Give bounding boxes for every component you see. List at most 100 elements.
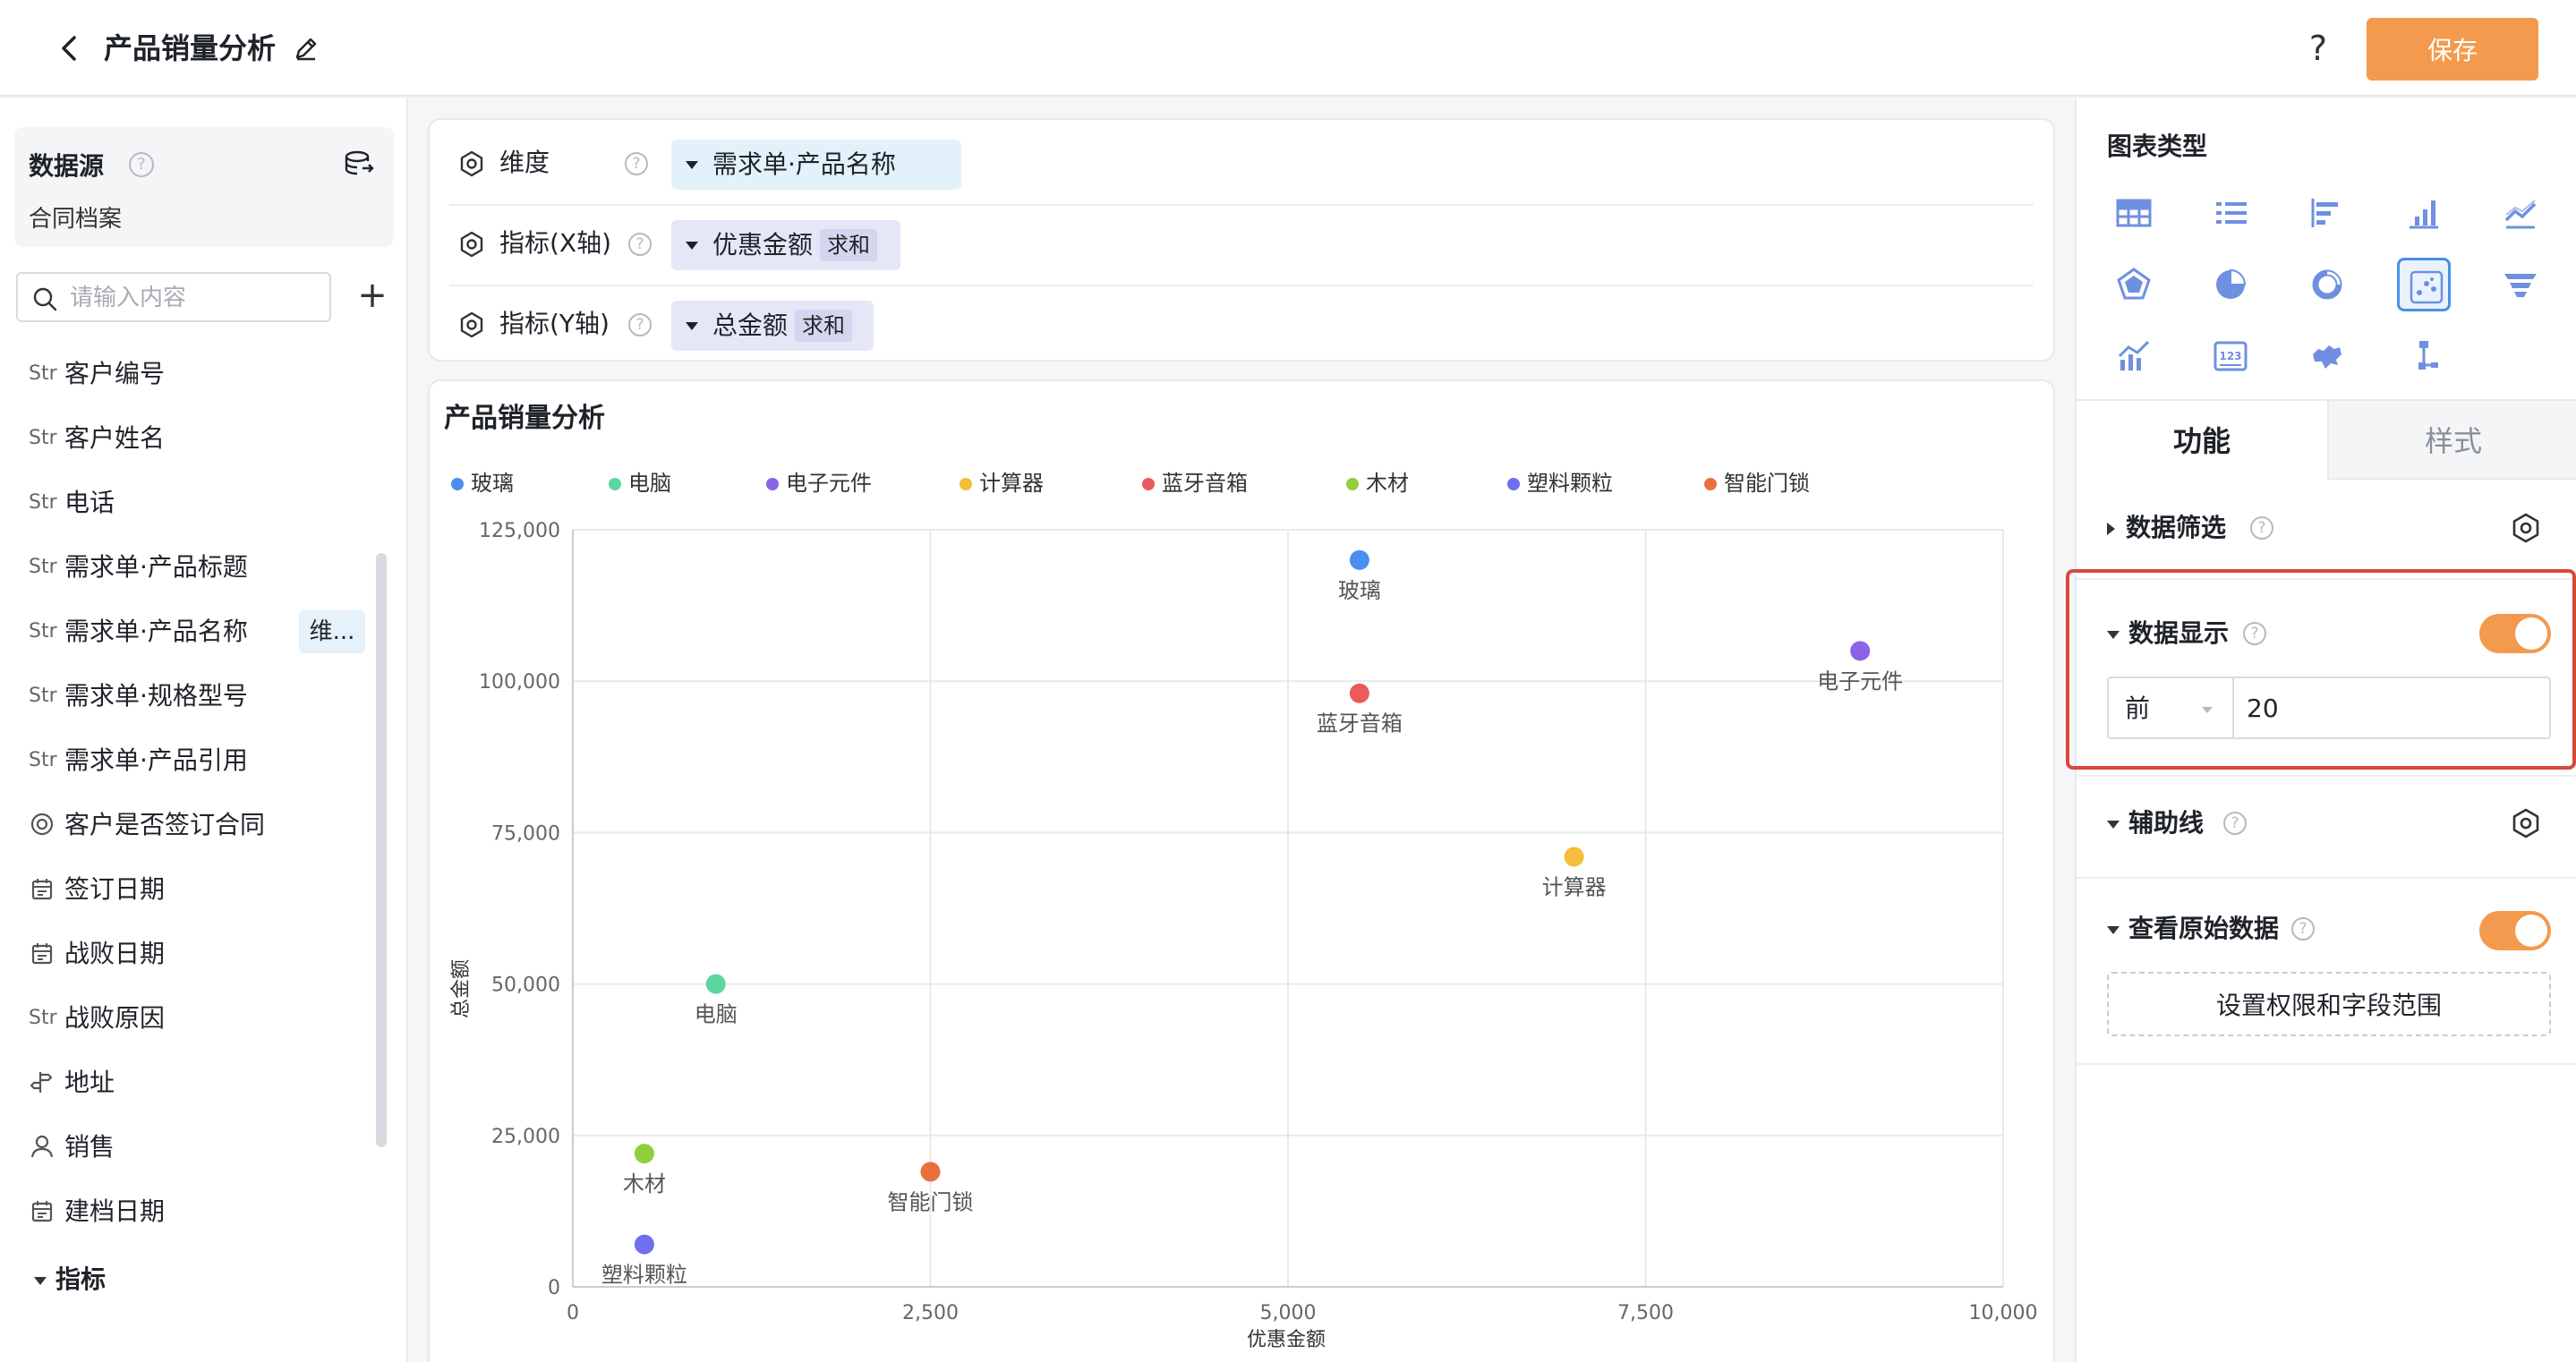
add-field-icon[interactable]: +: [354, 277, 390, 313]
dimension-pill-label: 需求单·产品名称: [712, 149, 896, 179]
help-icon[interactable]: ?: [2291, 917, 2315, 941]
field-search-input[interactable]: [70, 279, 320, 317]
chart-type-radar[interactable]: [2107, 258, 2161, 311]
field-item[interactable]: Str 需求单·规格型号: [0, 669, 376, 723]
chart-type-donut-chart[interactable]: [2300, 258, 2354, 311]
scatter-point[interactable]: [1850, 641, 1871, 661]
datasource-help-icon[interactable]: ?: [129, 152, 154, 177]
database-switch-icon[interactable]: [344, 150, 374, 177]
field-item[interactable]: Str 需求单·产品名称 维...: [0, 605, 376, 659]
metric-group-label: 指标: [55, 1264, 107, 1294]
top-n-select[interactable]: 前: [2107, 677, 2232, 739]
point-data-label: 计算器: [1542, 874, 1607, 899]
help-icon[interactable]: ?: [628, 313, 652, 336]
table-icon: [2116, 199, 2152, 227]
gear-icon[interactable]: [2510, 512, 2542, 544]
field-item[interactable]: Str 客户编号: [0, 347, 376, 401]
chart-type-table[interactable]: [2107, 186, 2161, 240]
help-icon[interactable]: ?: [628, 233, 652, 256]
chart-type-list[interactable]: [2204, 186, 2257, 240]
chart-type-bar-vertical[interactable]: [2397, 186, 2451, 240]
svg-text:123: 123: [2219, 350, 2241, 362]
field-item-label: 需求单·产品引用: [64, 745, 248, 775]
chart-type-line-chart[interactable]: [2494, 186, 2547, 240]
field-item[interactable]: Str 客户姓名: [0, 412, 376, 465]
gear-icon[interactable]: [458, 231, 485, 258]
x-metric-pill[interactable]: 优惠金额 求和: [671, 220, 900, 270]
scatter-point[interactable]: [634, 1234, 654, 1255]
data-filter-header[interactable]: 数据筛选: [2107, 512, 2226, 544]
caret-down-icon: [2107, 820, 2120, 829]
field-item[interactable]: 地址: [0, 1056, 376, 1110]
back-arrow-icon[interactable]: [52, 30, 88, 66]
help-icon[interactable]: ?: [2300, 29, 2336, 68]
field-item[interactable]: Str 需求单·产品引用: [0, 734, 376, 787]
field-item[interactable]: 战败日期: [0, 927, 376, 981]
field-item-label: 战败原因: [64, 1003, 166, 1033]
field-item-label: 销售: [64, 1132, 115, 1162]
point-data-label: 电子元件: [1817, 668, 1903, 694]
field-list-scrollbar[interactable]: [376, 553, 387, 1147]
tab-function[interactable]: 功能: [2077, 399, 2327, 480]
chart-type-tree-chart[interactable]: [2397, 329, 2451, 383]
save-button[interactable]: 保存: [2367, 18, 2538, 81]
data-display-header[interactable]: 数据显示: [2107, 617, 2229, 650]
chart-type-map-chart[interactable]: [2300, 329, 2354, 383]
gear-icon[interactable]: [458, 150, 485, 177]
x-tick-label: 2,500: [902, 1302, 959, 1324]
calendar-icon: [31, 1201, 53, 1222]
config-label-y-metric: 指标(Y轴): [499, 309, 610, 338]
raw-data-header[interactable]: 查看原始数据: [2107, 913, 2279, 945]
tree-chart-icon: [2418, 341, 2438, 370]
scatter-point[interactable]: [1349, 683, 1369, 703]
tab-style[interactable]: 样式: [2327, 399, 2576, 480]
scatter-point[interactable]: [1564, 847, 1584, 867]
field-item[interactable]: Str 需求单·产品标题: [0, 541, 376, 594]
caret-down-icon: [2107, 630, 2120, 639]
y-metric-pill-label: 总金额: [712, 311, 789, 340]
metric-group-header[interactable]: 指标: [34, 1264, 106, 1296]
data-display-label: 数据显示: [2128, 618, 2230, 648]
field-panel: 数据源 ? 合同档案 + Str 客户编号 Str 客户姓名 Str 电话 Str 需求单·产…: [0, 98, 408, 1362]
field-item[interactable]: Str 电话: [0, 476, 376, 530]
point-data-label: 电脑: [695, 1002, 738, 1027]
edit-pencil-icon[interactable]: [292, 34, 320, 63]
field-item[interactable]: 销售: [0, 1120, 376, 1174]
top-n-input[interactable]: [2232, 677, 2551, 739]
help-icon[interactable]: ?: [625, 152, 648, 175]
chart-type-title: 图表类型: [2107, 132, 2208, 161]
field-item[interactable]: 客户是否签订合同: [0, 798, 376, 852]
scatter-point[interactable]: [1349, 549, 1369, 570]
scatter-point[interactable]: [920, 1162, 941, 1182]
dimension-pill[interactable]: 需求单·产品名称: [671, 140, 961, 190]
help-icon[interactable]: ?: [2243, 622, 2266, 645]
help-icon[interactable]: ?: [2223, 812, 2247, 835]
field-item-label: 需求单·规格型号: [64, 681, 248, 711]
guide-line-header[interactable]: 辅助线: [2107, 807, 2204, 839]
config-row-y-metric: 指标(Y轴) ? 总金额 求和: [449, 286, 2034, 367]
gear-icon[interactable]: [458, 311, 485, 338]
field-item[interactable]: 建档日期: [0, 1185, 376, 1239]
raw-data-toggle[interactable]: [2479, 911, 2551, 950]
field-item[interactable]: Str 战败原因: [0, 992, 376, 1045]
chart-type-pie-chart[interactable]: [2204, 258, 2257, 311]
list-icon: [2216, 202, 2247, 224]
datasource-card[interactable]: 数据源 ? 合同档案: [14, 127, 394, 247]
chart-type-kpi-number[interactable]: 123: [2204, 329, 2257, 383]
scatter-point[interactable]: [634, 1144, 654, 1164]
gear-icon[interactable]: [2510, 807, 2542, 839]
pie-chart-icon: [2216, 268, 2247, 299]
top-header: 产品销量分析 ? 保存: [0, 0, 2576, 97]
field-item[interactable]: 签订日期: [0, 863, 376, 916]
y-metric-pill[interactable]: 总金额 求和: [671, 301, 874, 351]
point-data-label: 塑料颗粒: [601, 1263, 687, 1288]
help-icon[interactable]: ?: [2250, 516, 2273, 540]
chart-type-combo-chart[interactable]: [2107, 329, 2161, 383]
divider: [2077, 775, 2576, 777]
chart-type-bar-horizontal[interactable]: [2300, 186, 2354, 240]
chart-type-funnel-chart[interactable]: [2494, 258, 2547, 311]
chart-type-scatter-chart[interactable]: [2397, 258, 2451, 311]
data-display-toggle[interactable]: [2479, 614, 2551, 653]
scatter-point[interactable]: [705, 974, 726, 994]
permission-scope-button[interactable]: 设置权限和字段范围: [2107, 972, 2551, 1036]
